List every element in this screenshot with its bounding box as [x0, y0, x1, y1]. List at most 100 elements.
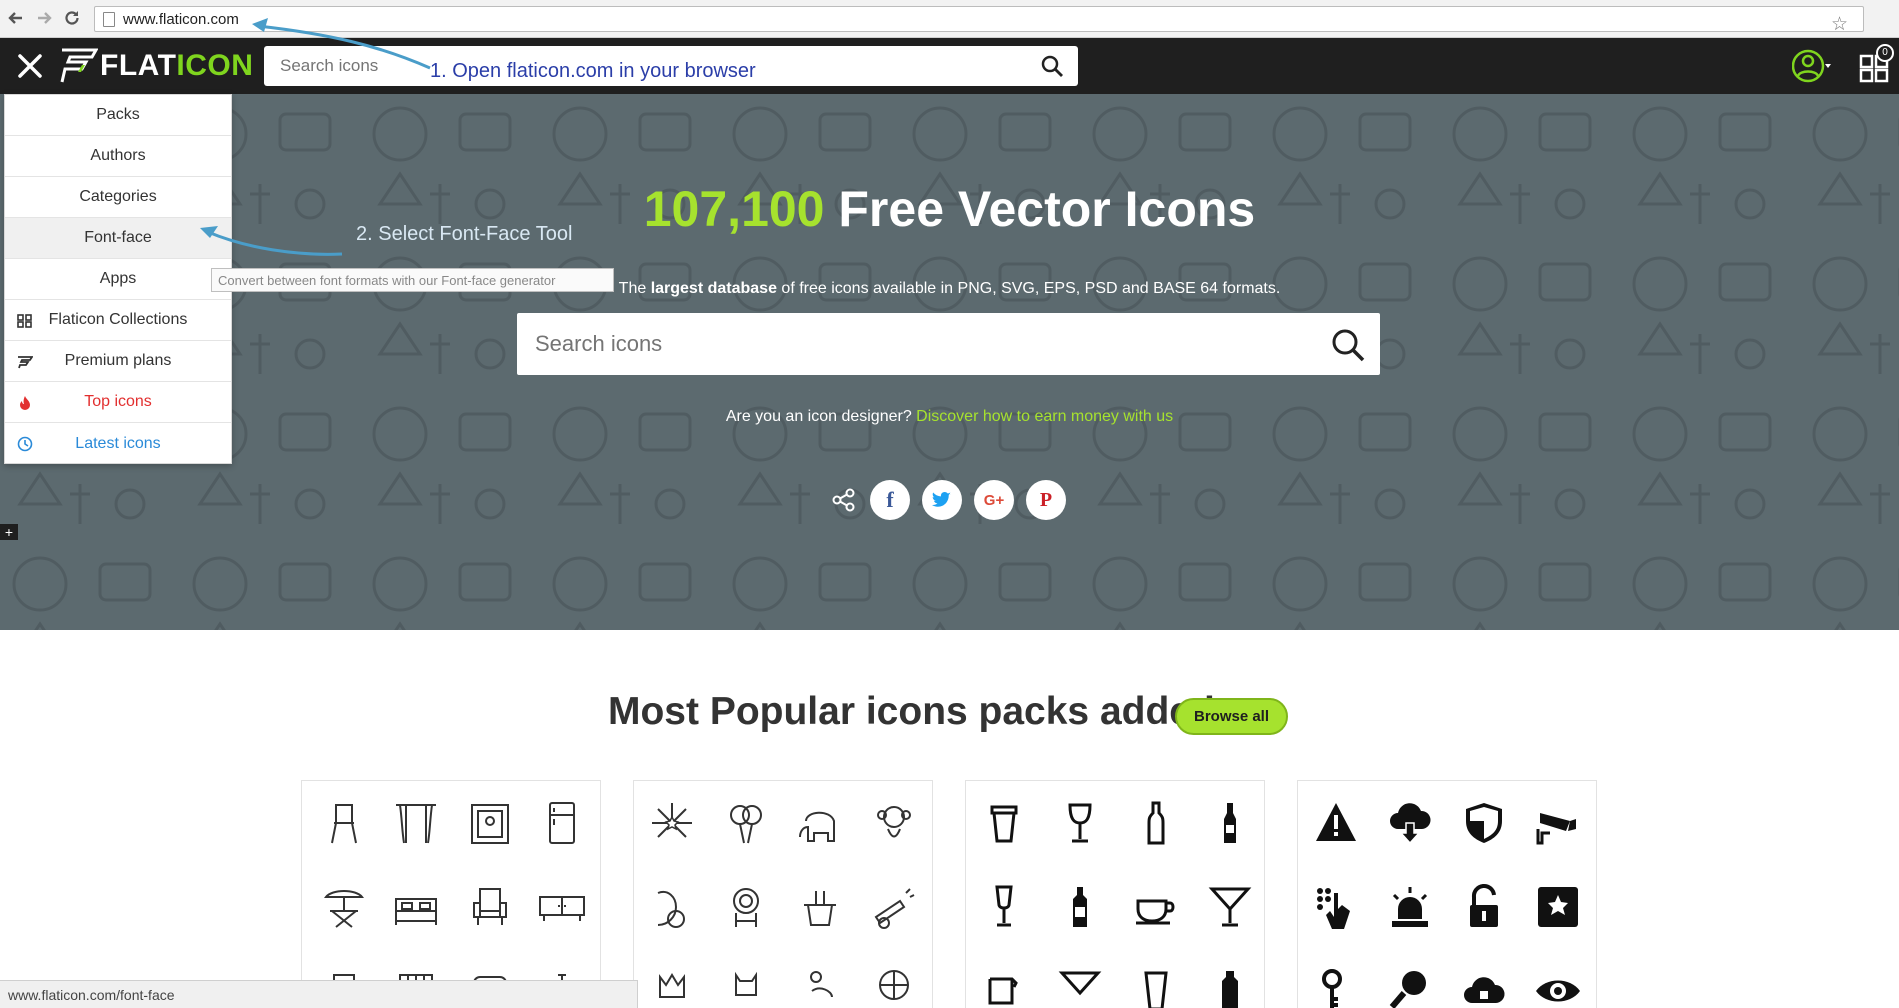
forward-arrow-icon[interactable] — [34, 8, 54, 28]
menu-item-label: Latest icons — [75, 434, 161, 452]
soda-bottle-icon — [1222, 971, 1238, 1008]
annotation-step-1: 1. Open flaticon.com in your browser — [430, 60, 756, 82]
martini-glass-icon — [1058, 971, 1102, 996]
curtains-icon — [396, 804, 436, 844]
champagne-glass-icon — [995, 885, 1013, 927]
pinterest-icon[interactable]: P — [1026, 480, 1066, 520]
facebook-icon[interactable]: f — [870, 480, 910, 520]
menu-item-label: Flaticon Collections — [48, 311, 188, 328]
bottle-icon — [1147, 801, 1165, 845]
wine-glass-icon — [1068, 803, 1092, 843]
menu-item-label: Apps — [99, 270, 137, 287]
annotation-step-2: 2. Select Font-Face Tool — [356, 223, 573, 245]
menu-item-label: Categories — [79, 188, 157, 205]
fireworks-icon — [652, 803, 692, 838]
collections-icon — [17, 314, 32, 328]
juggling-seal-icon — [810, 971, 833, 998]
google-plus-icon[interactable]: G+ — [974, 480, 1014, 520]
elephant-icon — [799, 811, 835, 842]
beach-chair-icon — [323, 890, 365, 928]
annotation-arrow-2 — [200, 226, 343, 256]
magic-hat-icon — [804, 891, 836, 926]
menu-item-label: Packs — [96, 106, 140, 123]
lion-icon — [733, 888, 759, 927]
cloud-download-icon — [1390, 803, 1431, 845]
icon-pack-card[interactable] — [1297, 780, 1597, 1008]
hero-sub-bold: largest database — [650, 280, 777, 297]
unlocked-padlock-icon — [1470, 884, 1498, 927]
menu-item-premium-plans[interactable]: Premium plans — [5, 341, 231, 382]
menu-item-authors[interactable]: Authors — [5, 136, 231, 177]
share-bar: f G+ P — [830, 480, 1066, 520]
hero-sub-pre: The — [618, 280, 651, 297]
hero-title-text: Free Vector Icons — [824, 181, 1256, 237]
menu-item-categories[interactable]: Categories — [5, 177, 231, 218]
hero-search-input[interactable] — [517, 313, 1317, 375]
star-icon[interactable]: ☆ — [1831, 15, 1851, 35]
twitter-icon[interactable] — [922, 480, 962, 520]
menu-item-top-icons[interactable]: Top icons — [5, 382, 231, 423]
premium-icon — [18, 356, 33, 369]
security-camera-icon — [1536, 813, 1576, 845]
expand-plus-icon[interactable]: + — [0, 524, 18, 540]
status-bar: www.flaticon.com/font-face — [0, 980, 638, 1008]
seal-icon — [657, 891, 685, 928]
clown-icon — [659, 973, 685, 998]
icon-pack-card[interactable] — [965, 780, 1265, 1008]
keypad-hand-icon — [1317, 888, 1350, 929]
url-text: www.flaticon.com — [123, 11, 239, 28]
earn-money-link[interactable]: Discover how to earn money with us — [916, 408, 1173, 425]
key-icon — [1322, 969, 1342, 1008]
menu-item-label: Premium plans — [64, 352, 172, 369]
cloud-lock-icon — [1464, 977, 1505, 1003]
tiger-icon — [735, 971, 757, 996]
back-arrow-icon[interactable] — [6, 8, 26, 28]
close-menu-icon[interactable] — [14, 50, 46, 82]
clock-icon — [17, 436, 33, 452]
menu-item-latest-icons[interactable]: Latest icons — [5, 423, 231, 464]
tea-cup-icon — [1136, 899, 1175, 925]
icon-count: 107,100 — [643, 181, 825, 237]
search-icon[interactable] — [1040, 54, 1064, 78]
fridge-icon — [549, 802, 575, 844]
cocktail-glass-icon — [1208, 887, 1252, 927]
fire-icon — [20, 396, 30, 410]
collection-count-badge: 0 — [1876, 44, 1894, 62]
chair-icon — [331, 804, 357, 844]
shield-icon — [1466, 803, 1502, 843]
user-account-icon[interactable] — [1792, 48, 1832, 84]
menu-item-apps[interactable]: Apps — [5, 259, 231, 300]
hero-section: 107,100 Free Vector Icons The largest da… — [0, 94, 1899, 630]
menu-item-label: Top icons — [84, 393, 152, 410]
menu-item-packs[interactable]: Packs — [5, 95, 231, 136]
search-icon[interactable] — [1330, 327, 1366, 363]
nav-dropdown-menu: Packs Authors Categories Font-face Apps … — [4, 94, 232, 464]
icon-pack-card[interactable] — [633, 780, 933, 1008]
packs-section-title: Most Popular icons packs added — [608, 690, 1215, 733]
icon-pack-card[interactable] — [301, 780, 601, 1008]
hot-air-balloon-icon — [879, 970, 909, 1000]
page-icon — [103, 12, 115, 27]
cannon-icon — [874, 888, 915, 929]
hero-sub-post: of free icons available in PNG, SVG, EPS… — [776, 280, 1281, 297]
menu-item-label: Authors — [90, 147, 146, 164]
magnifier-icon — [1389, 971, 1426, 1008]
bed-icon — [395, 898, 437, 925]
beer-bottle-icon — [1224, 803, 1236, 843]
portrait-frame-icon — [471, 804, 509, 844]
coffee-cup-icon — [990, 805, 1018, 843]
font-face-tooltip: Convert between font formats with our Fo… — [211, 268, 614, 292]
balloons-icon — [730, 805, 762, 844]
menu-item-flaticon-collections[interactable]: Flaticon Collections — [5, 300, 231, 341]
safe-icon — [1538, 887, 1578, 927]
armchair-icon — [473, 888, 507, 925]
browse-all-button[interactable]: Browse all — [1175, 698, 1288, 735]
logo-mark-icon — [60, 48, 98, 83]
reload-icon[interactable] — [62, 8, 82, 28]
liquor-bottle-icon — [1073, 887, 1087, 927]
flaticon-logo[interactable]: FLATICON — [58, 48, 253, 84]
coffee-pot-icon — [988, 977, 1018, 1005]
designer-cta: Are you an icon designer? Discover how t… — [0, 408, 1899, 426]
siren-icon — [1392, 887, 1428, 927]
monkey-icon — [877, 806, 911, 838]
